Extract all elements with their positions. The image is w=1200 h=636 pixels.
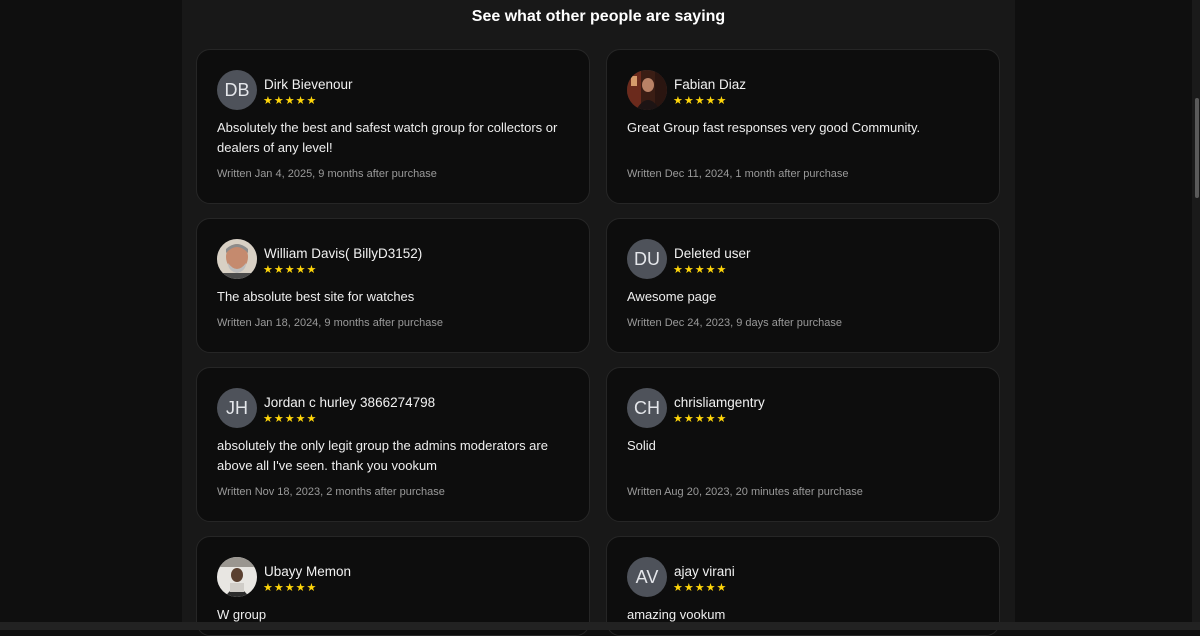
- review-card: DB Dirk Bievenour ★ ★ ★ ★ ★ Absolutely the b…: [196, 49, 590, 204]
- avatar: CH: [627, 388, 667, 428]
- avatar: [627, 70, 667, 110]
- star-rating: ★ ★ ★ ★ ★: [263, 95, 316, 107]
- review-meta: Written Nov 18, 2023, 2 months after pur…: [217, 486, 445, 498]
- scrollbar-thumb[interactable]: [1195, 98, 1199, 198]
- star-icon: ★: [284, 264, 295, 276]
- reviews-section: See what other people are saying DB Dirk…: [182, 0, 1015, 636]
- star-icon: ★: [306, 413, 317, 425]
- review-text: Solid: [627, 438, 656, 453]
- star-rating: ★ ★ ★ ★ ★: [673, 582, 726, 594]
- review-card: CH chrisliamgentry ★ ★ ★ ★ ★ Solid Written A…: [606, 367, 1000, 522]
- star-icon: ★: [284, 95, 295, 107]
- star-rating: ★ ★ ★ ★ ★: [673, 95, 726, 107]
- star-icon: ★: [716, 264, 727, 276]
- star-icon: ★: [273, 413, 284, 425]
- star-icon: ★: [673, 264, 683, 276]
- bottom-edge-bar: [0, 622, 1200, 630]
- star-icon: ★: [284, 582, 295, 594]
- reviewer-name: William Davis( BillyD3152): [264, 246, 423, 261]
- star-icon: ★: [295, 413, 306, 425]
- star-icon: ★: [673, 95, 683, 107]
- review-card: Ubayy Memon ★ ★ ★ ★ ★ W group: [196, 536, 590, 636]
- reviewer-name: Ubayy Memon: [264, 564, 352, 579]
- review-text: Absolutely the best and safest watch gro…: [217, 120, 558, 155]
- avatar-initials: JH: [226, 397, 248, 418]
- review-meta: Written Aug 20, 2023, 20 minutes after p…: [627, 486, 863, 498]
- avatar: JH: [217, 388, 257, 428]
- reviewer-name: ajay virani: [674, 564, 735, 579]
- review-text: Great Group fast responses very good Com…: [627, 120, 921, 135]
- avatar: AV: [627, 557, 667, 597]
- avatar: [217, 239, 257, 279]
- avatar-photo: [627, 70, 667, 110]
- review-text: The absolute best site for watches: [217, 289, 415, 304]
- reviewer-name: Deleted user: [674, 246, 751, 261]
- star-icon: ★: [673, 582, 683, 594]
- review-text: Awesome page: [627, 289, 717, 304]
- reviewer-name: Fabian Diaz: [674, 77, 747, 92]
- reviewer-name: Jordan c hurley 3866274798: [264, 395, 436, 410]
- star-rating: ★ ★ ★ ★ ★: [673, 413, 726, 425]
- star-icon: ★: [716, 413, 727, 425]
- review-meta: Written Dec 24, 2023, 9 days after purch…: [627, 317, 843, 329]
- star-icon: ★: [705, 582, 716, 594]
- review-card: AV ajay virani ★ ★ ★ ★ ★ amazing vookum: [606, 536, 1000, 636]
- star-icon: ★: [716, 95, 727, 107]
- star-icon: ★: [705, 95, 716, 107]
- avatar: DB: [217, 70, 257, 110]
- star-icon: ★: [694, 582, 705, 594]
- avatar-photo: [217, 557, 257, 597]
- star-icon: ★: [673, 413, 683, 425]
- star-icon: ★: [295, 95, 306, 107]
- review-text: absolutely the only legit group the admi…: [217, 438, 548, 473]
- star-icon: ★: [295, 264, 306, 276]
- review-meta: Written Jan 18, 2024, 9 months after pur…: [217, 317, 444, 329]
- star-icon: ★: [263, 95, 273, 107]
- star-icon: ★: [694, 95, 705, 107]
- star-icon: ★: [306, 582, 317, 594]
- star-icon: ★: [683, 413, 694, 425]
- avatar-initials: DU: [634, 248, 660, 269]
- review-meta: Written Dec 11, 2024, 1 month after purc…: [627, 168, 849, 180]
- star-icon: ★: [273, 582, 284, 594]
- star-icon: ★: [694, 413, 705, 425]
- avatar: [217, 557, 257, 597]
- star-icon: ★: [284, 413, 295, 425]
- star-icon: ★: [683, 264, 694, 276]
- reviewer-name: chrisliamgentry: [674, 395, 765, 410]
- star-icon: ★: [295, 582, 306, 594]
- star-rating: ★ ★ ★ ★ ★: [673, 264, 726, 276]
- star-icon: ★: [705, 264, 716, 276]
- star-rating: ★ ★ ★ ★ ★: [263, 264, 316, 276]
- section-title: See what other people are saying: [471, 8, 726, 25]
- star-icon: ★: [263, 582, 273, 594]
- reviewer-name: Dirk Bievenour: [264, 77, 353, 92]
- star-icon: ★: [306, 95, 317, 107]
- star-icon: ★: [306, 264, 317, 276]
- review-card: DU Deleted user ★ ★ ★ ★ ★ Awesome page Writt…: [606, 218, 1000, 353]
- review-card: William Davis( BillyD3152) ★ ★ ★ ★ ★ The abs…: [196, 218, 590, 353]
- review-card: JH Jordan c hurley 3866274798 ★ ★ ★ ★ ★ abso…: [196, 367, 590, 522]
- star-icon: ★: [683, 582, 694, 594]
- star-icon: ★: [263, 413, 273, 425]
- star-icon: ★: [273, 95, 284, 107]
- avatar: DU: [627, 239, 667, 279]
- star-rating: ★ ★ ★ ★ ★: [263, 413, 316, 425]
- avatar-initials: DB: [224, 79, 250, 100]
- star-icon: ★: [716, 582, 727, 594]
- scrollbar[interactable]: [1192, 0, 1200, 630]
- star-icon: ★: [705, 413, 716, 425]
- avatar-initials: CH: [634, 397, 660, 418]
- star-icon: ★: [694, 264, 705, 276]
- avatar-initials: AV: [635, 566, 659, 587]
- star-icon: ★: [263, 264, 273, 276]
- review-meta: Written Jan 4, 2025, 9 months after purc…: [217, 168, 437, 180]
- star-icon: ★: [683, 95, 694, 107]
- star-icon: ★: [273, 264, 284, 276]
- star-rating: ★ ★ ★ ★ ★: [263, 582, 316, 594]
- avatar-photo: [217, 239, 257, 279]
- review-card: Fabian Diaz ★ ★ ★ ★ ★ Great Group fast respo…: [606, 49, 1000, 204]
